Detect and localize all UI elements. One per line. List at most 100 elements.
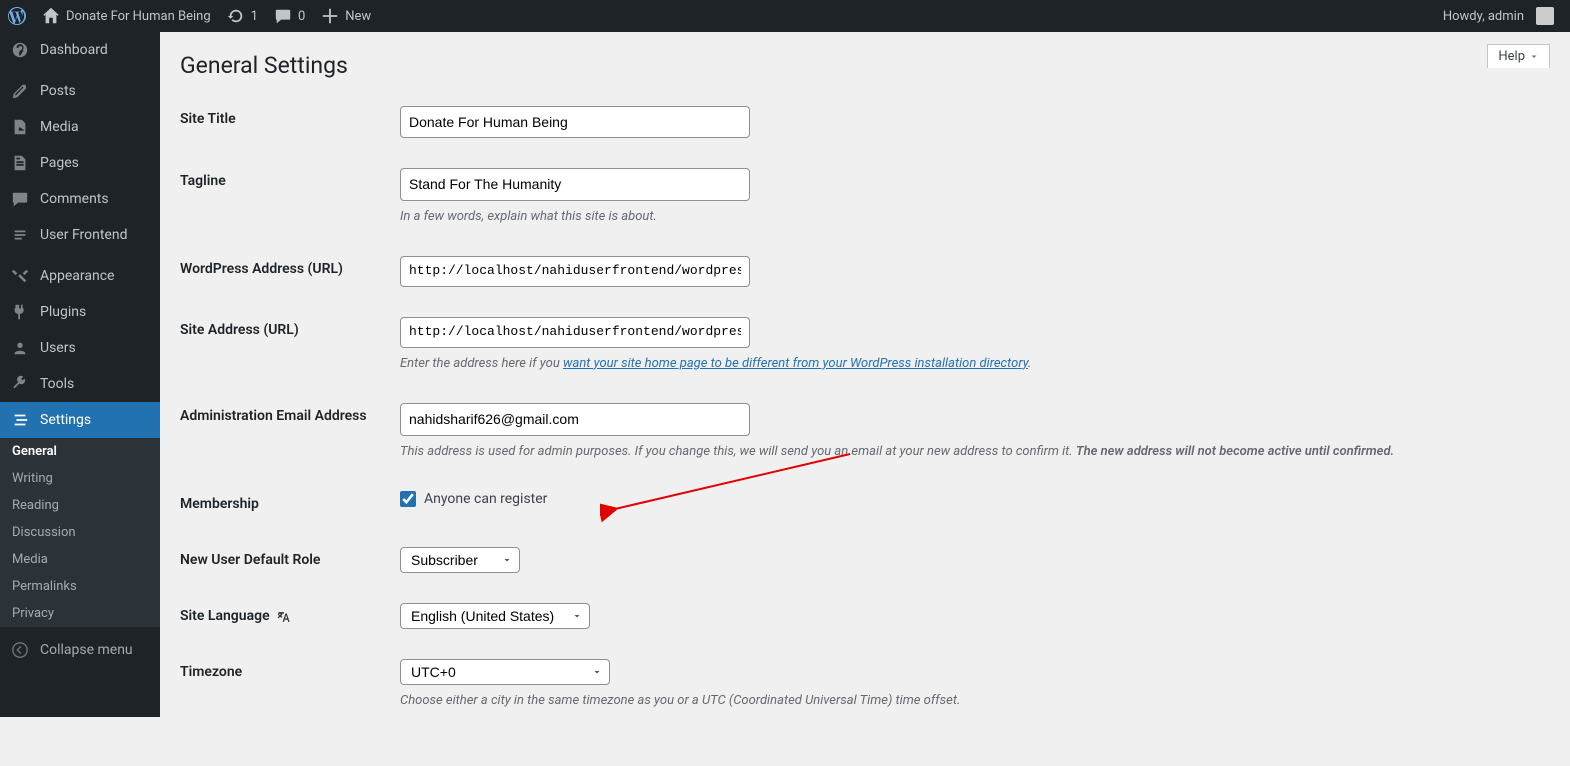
comments-count: 0: [298, 9, 305, 24]
wp-logo-button[interactable]: [0, 0, 34, 32]
language-select[interactable]: English (United States): [400, 603, 590, 629]
tagline-description: In a few words, explain what this site i…: [400, 207, 1550, 227]
sidebar-item-media[interactable]: Media: [0, 109, 160, 145]
site-address-desc-link[interactable]: want your site home page to be different…: [563, 356, 1028, 371]
media-icon: [10, 117, 30, 137]
users-icon: [10, 338, 30, 358]
site-title-input[interactable]: [400, 106, 750, 138]
sidebar-label: Settings: [40, 412, 91, 428]
sidebar-sub-permalinks[interactable]: Permalinks: [0, 573, 160, 600]
sidebar-item-appearance[interactable]: Appearance: [0, 258, 160, 294]
tools-icon: [10, 374, 30, 394]
timezone-label: Timezone: [180, 644, 400, 726]
sidebar-sub-discussion[interactable]: Discussion: [0, 519, 160, 546]
posts-icon: [10, 81, 30, 101]
site-address-label: Site Address (URL): [180, 302, 400, 388]
sidebar-item-posts[interactable]: Posts: [0, 73, 160, 109]
collapse-label: Collapse menu: [40, 642, 133, 658]
site-name-link[interactable]: Donate For Human Being: [34, 0, 219, 32]
sidebar-label: Comments: [40, 191, 109, 207]
comments-icon: [10, 189, 30, 209]
dashboard-icon: [10, 40, 30, 60]
plus-icon: [321, 7, 339, 25]
sidebar-item-settings[interactable]: Settings: [0, 402, 160, 438]
sidebar-item-plugins[interactable]: Plugins: [0, 294, 160, 330]
admin-email-desc-bold: The new address will not become active u…: [1076, 444, 1394, 459]
sidebar-label: Tools: [40, 376, 74, 392]
sidebar-label: Pages: [40, 155, 79, 171]
sidebar-item-users[interactable]: Users: [0, 330, 160, 366]
tagline-label: Tagline: [180, 153, 400, 241]
sidebar-label: Media: [40, 119, 79, 135]
membership-cb-text: Anyone can register: [424, 491, 547, 507]
default-role-label: New User Default Role: [180, 532, 400, 588]
timezone-select[interactable]: UTC+0: [400, 659, 610, 685]
admin-email-label: Administration Email Address: [180, 388, 400, 476]
admin-top-bar: Donate For Human Being 1 0 New Howdy, ad…: [0, 0, 1570, 32]
update-icon: [227, 7, 245, 25]
help-tab[interactable]: Help: [1487, 44, 1550, 68]
settings-form: Site Title Tagline In a few words, expla…: [180, 91, 1550, 726]
membership-checkbox[interactable]: [400, 491, 416, 507]
sidebar-label: Dashboard: [40, 42, 108, 58]
admin-email-input[interactable]: [400, 403, 750, 435]
wp-address-input[interactable]: [400, 256, 750, 287]
settings-icon: [10, 410, 30, 430]
account-link[interactable]: Howdy, admin: [1435, 0, 1562, 32]
sidebar-label: Users: [40, 340, 76, 356]
admin-email-description: This address is used for admin purposes.…: [400, 442, 1550, 462]
wordpress-icon: [8, 7, 26, 25]
sidebar-sub-privacy[interactable]: Privacy: [0, 600, 160, 627]
updates-count: 1: [251, 9, 258, 24]
comment-icon: [274, 7, 292, 25]
page-title: General Settings: [180, 32, 1550, 91]
membership-checkbox-label[interactable]: Anyone can register: [400, 491, 547, 507]
sidebar-item-user-frontend[interactable]: User Frontend: [0, 217, 160, 253]
tagline-input[interactable]: [400, 168, 750, 200]
home-icon: [42, 7, 60, 25]
appearance-icon: [10, 266, 30, 286]
sidebar-label: Plugins: [40, 304, 86, 320]
sidebar-sub-writing[interactable]: Writing: [0, 465, 160, 492]
sidebar-label: Appearance: [40, 268, 114, 284]
membership-label: Membership: [180, 476, 400, 532]
site-address-description: Enter the address here if you want your …: [400, 354, 1550, 374]
new-link[interactable]: New: [313, 0, 379, 32]
sidebar-item-tools[interactable]: Tools: [0, 366, 160, 402]
sidebar-sub-media[interactable]: Media: [0, 546, 160, 573]
chevron-down-icon: [1529, 52, 1539, 62]
topbar-right: Howdy, admin: [1435, 0, 1570, 32]
language-label: Site Language: [180, 588, 400, 644]
collapse-icon: [10, 640, 30, 660]
site-address-desc-pre: Enter the address here if you: [400, 356, 563, 371]
avatar: [1536, 7, 1554, 25]
plugins-icon: [10, 302, 30, 322]
admin-sidebar: Dashboard Posts Media Pages Comments Use…: [0, 32, 160, 717]
main-content: Help General Settings Site Title Tagline…: [160, 32, 1570, 766]
default-role-select[interactable]: Subscriber: [400, 547, 520, 573]
updates-link[interactable]: 1: [219, 0, 266, 32]
comments-link[interactable]: 0: [266, 0, 313, 32]
howdy-text: Howdy, admin: [1443, 9, 1524, 24]
site-name-text: Donate For Human Being: [66, 9, 211, 24]
help-label: Help: [1498, 49, 1525, 64]
sidebar-item-dashboard[interactable]: Dashboard: [0, 32, 160, 68]
timezone-description: Choose either a city in the same timezon…: [400, 691, 1550, 711]
admin-email-desc-pre: This address is used for admin purposes.…: [400, 444, 1076, 459]
site-address-desc-post: .: [1028, 356, 1031, 371]
sidebar-submenu-settings: General Writing Reading Discussion Media…: [0, 438, 160, 627]
user-frontend-icon: [10, 225, 30, 245]
sidebar-label: Posts: [40, 83, 76, 99]
pages-icon: [10, 153, 30, 173]
sidebar-item-comments[interactable]: Comments: [0, 181, 160, 217]
sidebar-sub-reading[interactable]: Reading: [0, 492, 160, 519]
site-address-input[interactable]: [400, 317, 750, 348]
sidebar-sub-general[interactable]: General: [0, 438, 160, 465]
translate-icon: [277, 610, 291, 624]
sidebar-collapse[interactable]: Collapse menu: [0, 632, 160, 668]
sidebar-item-pages[interactable]: Pages: [0, 145, 160, 181]
language-label-text: Site Language: [180, 608, 270, 624]
site-title-label: Site Title: [180, 91, 400, 153]
new-text: New: [345, 9, 371, 24]
topbar-left: Donate For Human Being 1 0 New: [0, 0, 379, 32]
